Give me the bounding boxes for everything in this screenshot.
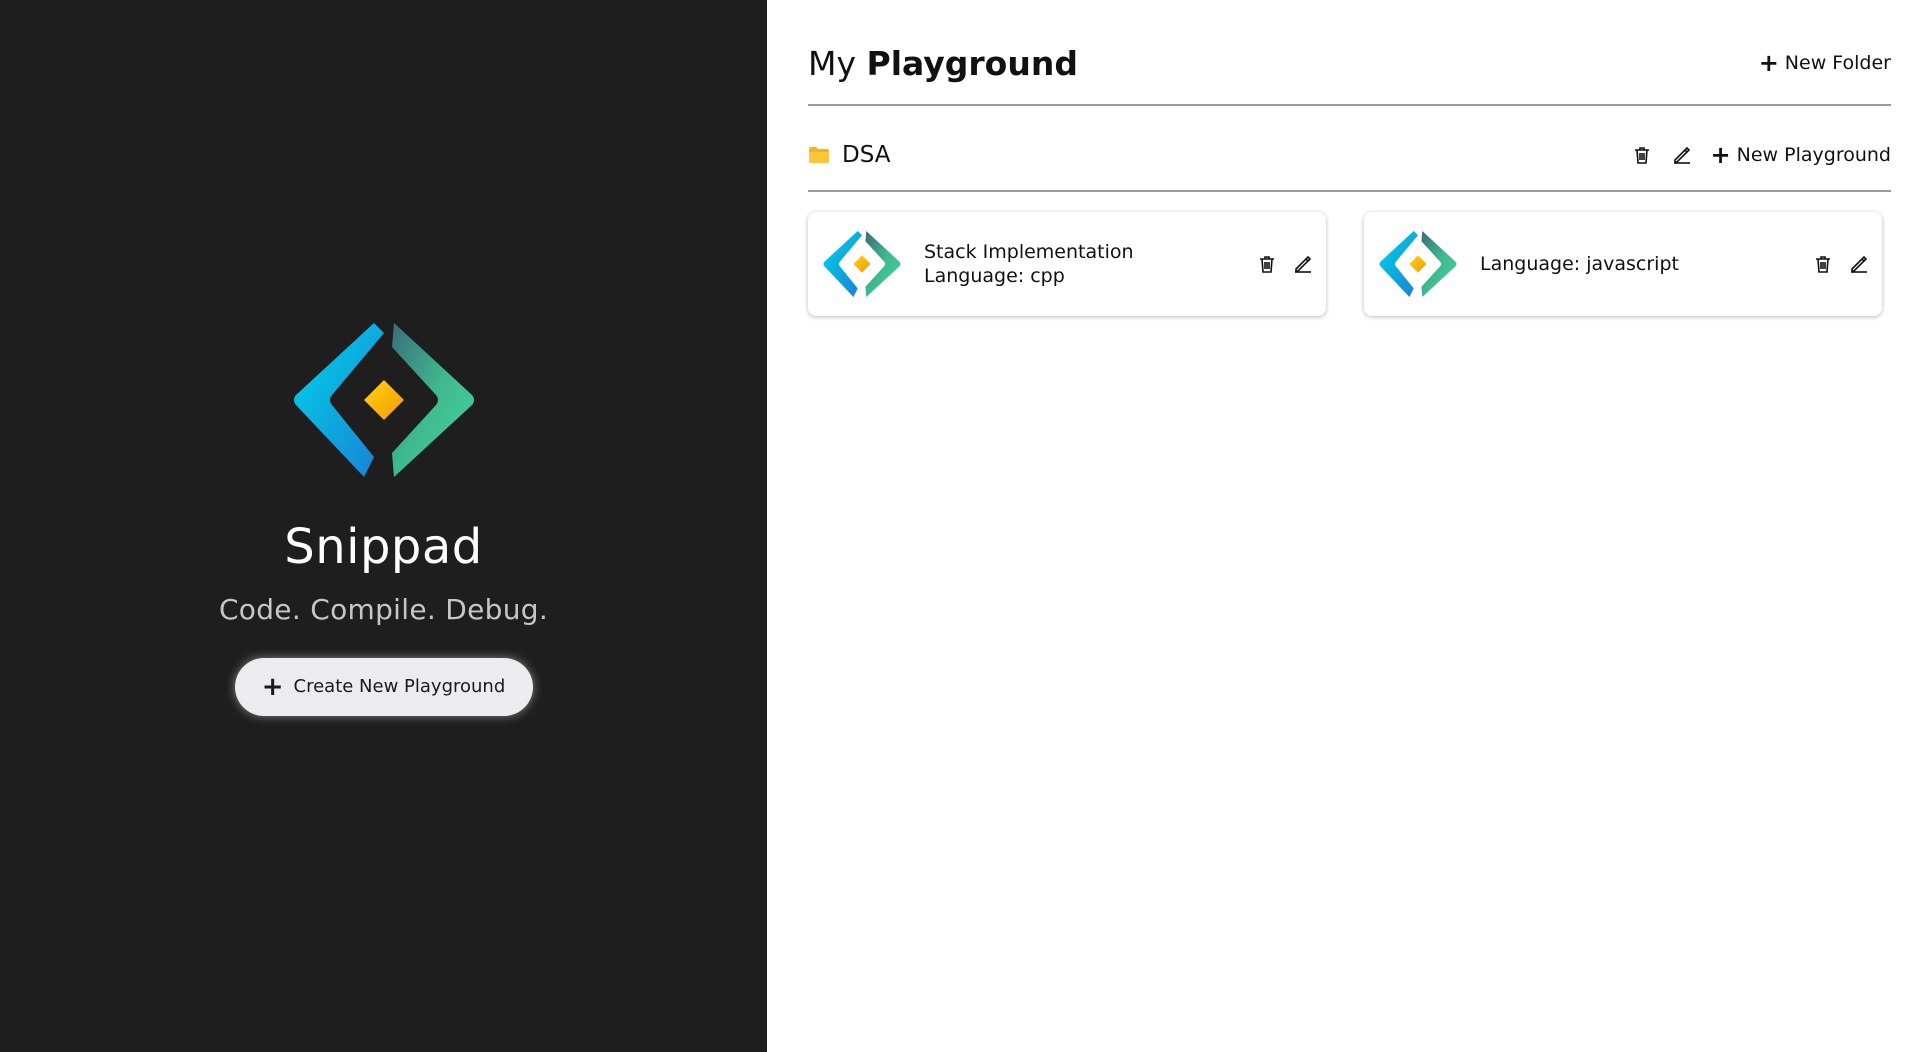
app-root: Snippad Code. Compile. Debug. + Create N… <box>0 0 1919 1052</box>
playground-card[interactable]: Stack Implementation Language: cpp <box>808 212 1326 316</box>
new-folder-button[interactable]: + New Folder <box>1759 51 1891 75</box>
playground-cards: Stack Implementation Language: cpp Langu… <box>808 212 1891 316</box>
create-new-playground-button[interactable]: + Create New Playground <box>234 657 533 716</box>
new-folder-label: New Folder <box>1784 52 1891 74</box>
trash-icon[interactable] <box>1256 253 1278 275</box>
snippad-logo-icon <box>1378 231 1458 297</box>
card-language: Language: cpp <box>924 265 1065 287</box>
card-text: Language: javascript <box>1480 252 1790 276</box>
plus-icon: + <box>1710 141 1731 169</box>
page-title: My Playground <box>808 44 1078 83</box>
pencil-icon[interactable] <box>1848 253 1870 275</box>
card-language: Language: javascript <box>1480 253 1679 275</box>
folder-name[interactable]: DSA <box>842 142 890 168</box>
app-tagline: Code. Compile. Debug. <box>218 592 549 626</box>
pencil-icon[interactable] <box>1292 253 1314 275</box>
plus-icon: + <box>1758 49 1779 77</box>
new-playground-label: New Playground <box>1736 144 1891 166</box>
folder-header: DSA + New Playground <box>808 106 1891 192</box>
create-new-playground-label: Create New Playground <box>293 676 506 697</box>
snippad-logo-icon <box>822 231 902 297</box>
playground-card[interactable]: Language: javascript <box>1364 212 1882 316</box>
app-name: Snippad <box>284 518 483 575</box>
card-title: Stack Implementation <box>924 241 1134 263</box>
trash-icon[interactable] <box>1812 253 1834 275</box>
page-title-bold: Playground <box>866 43 1078 83</box>
plus-icon: + <box>261 671 284 702</box>
new-playground-button[interactable]: + New Playground <box>1711 143 1891 167</box>
hero-panel: Snippad Code. Compile. Debug. + Create N… <box>0 0 767 1052</box>
page-header: My Playground + New Folder <box>808 0 1891 106</box>
trash-icon[interactable] <box>1631 144 1653 166</box>
card-text: Stack Implementation Language: cpp <box>924 240 1234 288</box>
playground-panel: My Playground + New Folder DSA + New Pla… <box>767 0 1919 1052</box>
snippad-logo-icon <box>292 323 476 477</box>
pencil-icon[interactable] <box>1671 144 1693 166</box>
folder-icon <box>809 147 829 163</box>
page-title-prefix: My <box>808 43 857 83</box>
